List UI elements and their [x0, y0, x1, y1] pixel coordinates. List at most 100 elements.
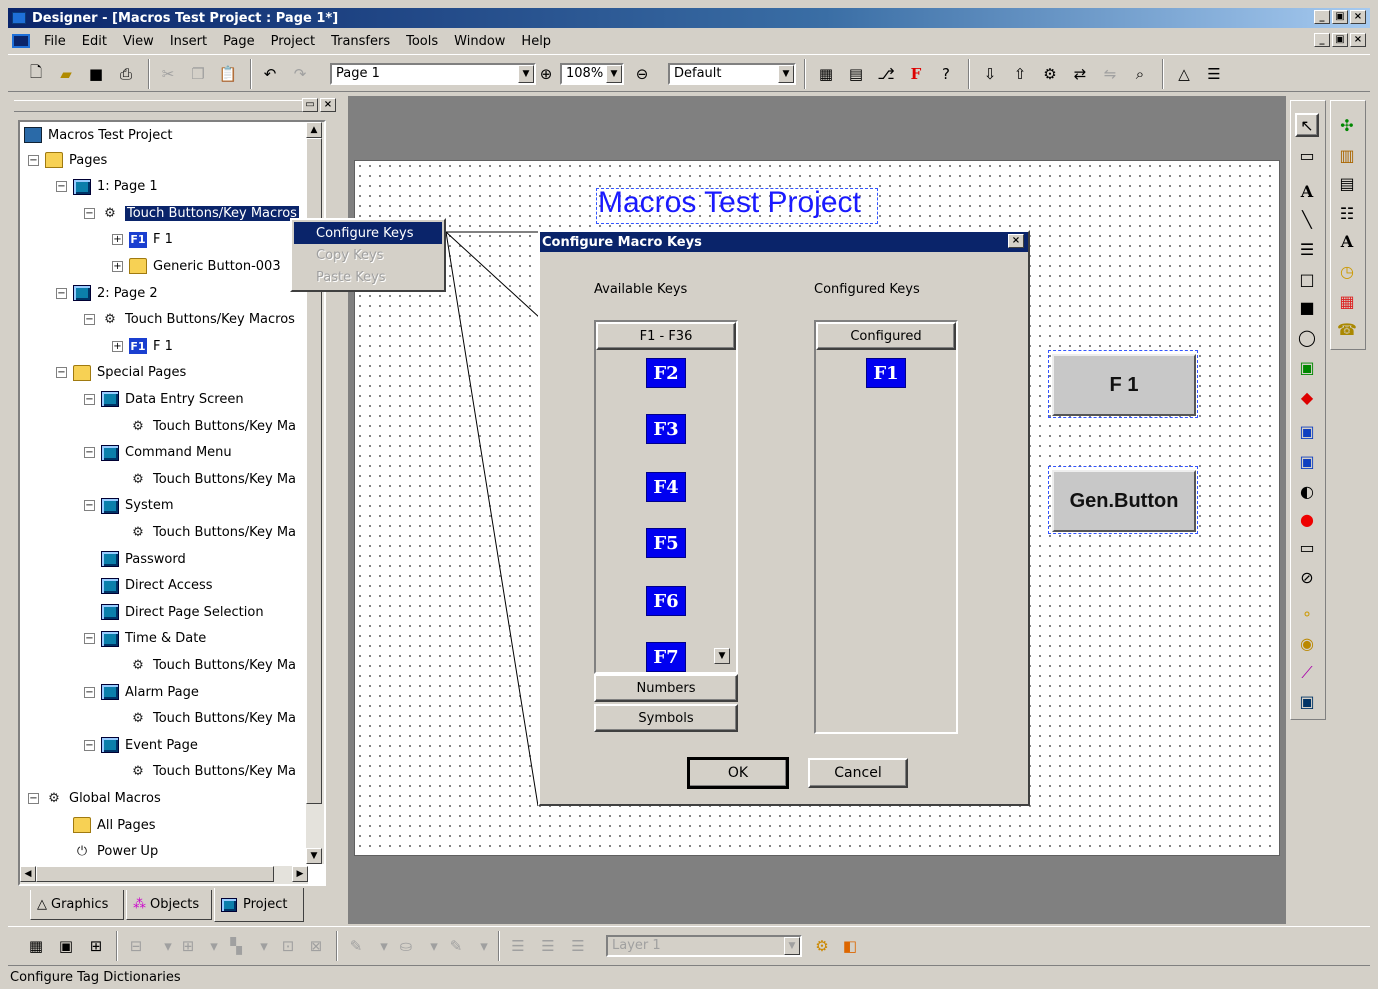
menu-page[interactable]: Page: [215, 34, 262, 49]
snap-icon[interactable]: ▣: [56, 936, 76, 956]
tree-item[interactable]: + F1 F 1: [112, 335, 173, 357]
available-key-chip[interactable]: F5: [646, 528, 686, 558]
mdi-restore-button[interactable]: ▣: [1332, 33, 1348, 47]
tree-item[interactable]: − System: [84, 495, 173, 517]
expand-toggle-icon[interactable]: −: [84, 207, 95, 219]
text-color-icon[interactable]: ✎: [446, 936, 466, 956]
available-key-chip[interactable]: F4: [646, 472, 686, 502]
dropdown-icon[interactable]: ▾: [158, 936, 178, 956]
graphics-icon[interactable]: △: [1174, 64, 1194, 84]
tab-graphics[interactable]: △ Graphics: [30, 890, 124, 920]
download-icon[interactable]: ⇩: [980, 64, 1000, 84]
expand-toggle-icon[interactable]: −: [84, 500, 95, 512]
expand-toggle-icon[interactable]: −: [84, 447, 95, 459]
menu-edit[interactable]: Edit: [74, 34, 115, 49]
tree-item[interactable]: − 1: Page 1: [56, 176, 158, 198]
dropdown-icon[interactable]: ▾: [254, 936, 274, 956]
font-icon[interactable]: F: [906, 64, 926, 84]
menu-window[interactable]: Window: [446, 34, 513, 49]
available-key-chip[interactable]: F2: [646, 358, 686, 388]
tree-item[interactable]: ⚙ Touch Buttons/Key Ma: [112, 708, 296, 730]
align-left-icon[interactable]: ☰: [508, 936, 528, 956]
zoom-select[interactable]: 108% ▼: [560, 63, 624, 85]
chevron-down-icon[interactable]: ▼: [784, 937, 800, 955]
database-icon[interactable]: ☰: [1204, 64, 1224, 84]
fill-color-icon[interactable]: ⛀: [396, 936, 416, 956]
zoom-in-icon[interactable]: ⊕: [536, 64, 556, 84]
cut-icon[interactable]: ✂: [158, 64, 178, 84]
copy-icon[interactable]: ❐: [188, 64, 208, 84]
tree-item[interactable]: − Command Menu: [84, 442, 232, 464]
scroll-right-icon[interactable]: ▶: [292, 866, 308, 882]
expand-toggle-icon[interactable]: +: [112, 234, 123, 246]
rectangle-icon[interactable]: □: [1295, 267, 1319, 291]
expand-toggle-icon[interactable]: −: [84, 314, 95, 326]
tab-project[interactable]: Project: [214, 888, 304, 922]
scroll-left-icon[interactable]: ◀: [20, 866, 36, 882]
menu-tools[interactable]: Tools: [398, 34, 446, 49]
list-scroll-down-icon[interactable]: ▼: [714, 648, 730, 664]
layer-order-icon[interactable]: ▚: [226, 936, 246, 956]
dropdown-icon[interactable]: ▾: [424, 936, 444, 956]
grid-icon[interactable]: ▦: [26, 936, 46, 956]
symbols-button[interactable]: Symbols: [594, 704, 738, 732]
align-right-icon[interactable]: ☰: [568, 936, 588, 956]
canvas-gen-button[interactable]: Gen.Button: [1052, 470, 1196, 532]
maximize-button[interactable]: ▣: [1332, 10, 1348, 24]
color-shape-icon[interactable]: ◆: [1295, 385, 1319, 409]
available-key-chip[interactable]: F7: [646, 642, 686, 672]
tree-item[interactable]: ⏻ Power Up: [56, 841, 158, 863]
menu-help[interactable]: Help: [513, 34, 559, 49]
bold-rectangle-icon[interactable]: ■: [1295, 295, 1319, 319]
line-icon[interactable]: ╲: [1295, 207, 1319, 231]
ellipse-icon[interactable]: ◯: [1295, 325, 1319, 349]
layer-settings-icon[interactable]: ⚙: [812, 936, 832, 956]
page-select[interactable]: Page 1 ▼: [330, 63, 536, 85]
calendar-icon[interactable]: ▦: [1335, 289, 1359, 313]
tree-item[interactable]: ⚙ Touch Buttons/Key Ma: [112, 415, 296, 437]
numbers-button[interactable]: Numbers: [594, 674, 738, 702]
mdi-minimize-button[interactable]: _: [1314, 33, 1330, 47]
tree-item[interactable]: − Event Page: [84, 734, 198, 756]
document-icon[interactable]: [12, 34, 30, 48]
numeric-input-icon[interactable]: ✣: [1335, 113, 1359, 137]
panel-restore-button[interactable]: ▭: [302, 98, 318, 112]
expand-toggle-icon[interactable]: −: [84, 686, 95, 698]
chevron-down-icon[interactable]: ▼: [778, 65, 794, 83]
save-icon[interactable]: ■: [86, 64, 106, 84]
tree-item[interactable]: − Pages: [28, 149, 107, 171]
tree-item[interactable]: ⚙ Touch Buttons/Key Ma: [112, 654, 296, 676]
tree-item[interactable]: − 2: Page 2: [56, 282, 158, 304]
layer-select[interactable]: Layer 1 ▼: [606, 935, 802, 957]
expand-toggle-icon[interactable]: −: [56, 181, 67, 193]
minimize-button[interactable]: _: [1314, 10, 1330, 24]
pointer-icon[interactable]: ↖: [1295, 113, 1319, 137]
data-display-icon[interactable]: ▭: [1295, 535, 1319, 559]
new-file-icon[interactable]: 🗋: [26, 63, 46, 84]
ungroup-icon[interactable]: ⊠: [306, 936, 326, 956]
menu-insert[interactable]: Insert: [162, 34, 215, 49]
dialog-close-icon[interactable]: ×: [1008, 234, 1024, 248]
panel-icon[interactable]: ▤: [846, 64, 866, 84]
tree-item[interactable]: ⚙ Touch Buttons/Key Ma: [112, 761, 296, 783]
line-width-icon[interactable]: ☰: [1295, 237, 1319, 261]
small-light-icon[interactable]: ∘: [1295, 601, 1319, 625]
text-icon[interactable]: A: [1295, 179, 1319, 203]
group-icon[interactable]: ⊡: [278, 936, 298, 956]
available-key-chip[interactable]: F6: [646, 586, 686, 616]
menu-project[interactable]: Project: [263, 34, 323, 49]
tab-objects[interactable]: ⁂ Objects: [126, 890, 212, 920]
network-icon[interactable]: ⎇: [876, 64, 896, 84]
menu-file[interactable]: File: [36, 34, 74, 49]
available-keys-header[interactable]: F1 - F36: [596, 322, 736, 350]
clock-icon[interactable]: ◷: [1335, 259, 1359, 283]
compile-icon[interactable]: ⚙: [1040, 64, 1060, 84]
line-color-icon[interactable]: ✎: [346, 936, 366, 956]
snap-grid-icon[interactable]: ⊞: [86, 936, 106, 956]
function-key-icon[interactable]: ▣: [1295, 419, 1319, 443]
expand-toggle-icon[interactable]: −: [56, 367, 67, 379]
alarm-icon[interactable]: ☎: [1335, 317, 1359, 341]
trend-icon[interactable]: ⟋: [1295, 661, 1319, 685]
menu-item-configure-keys[interactable]: Configure Keys: [294, 222, 442, 244]
tree-item[interactable]: + F1 F 1: [112, 229, 173, 251]
